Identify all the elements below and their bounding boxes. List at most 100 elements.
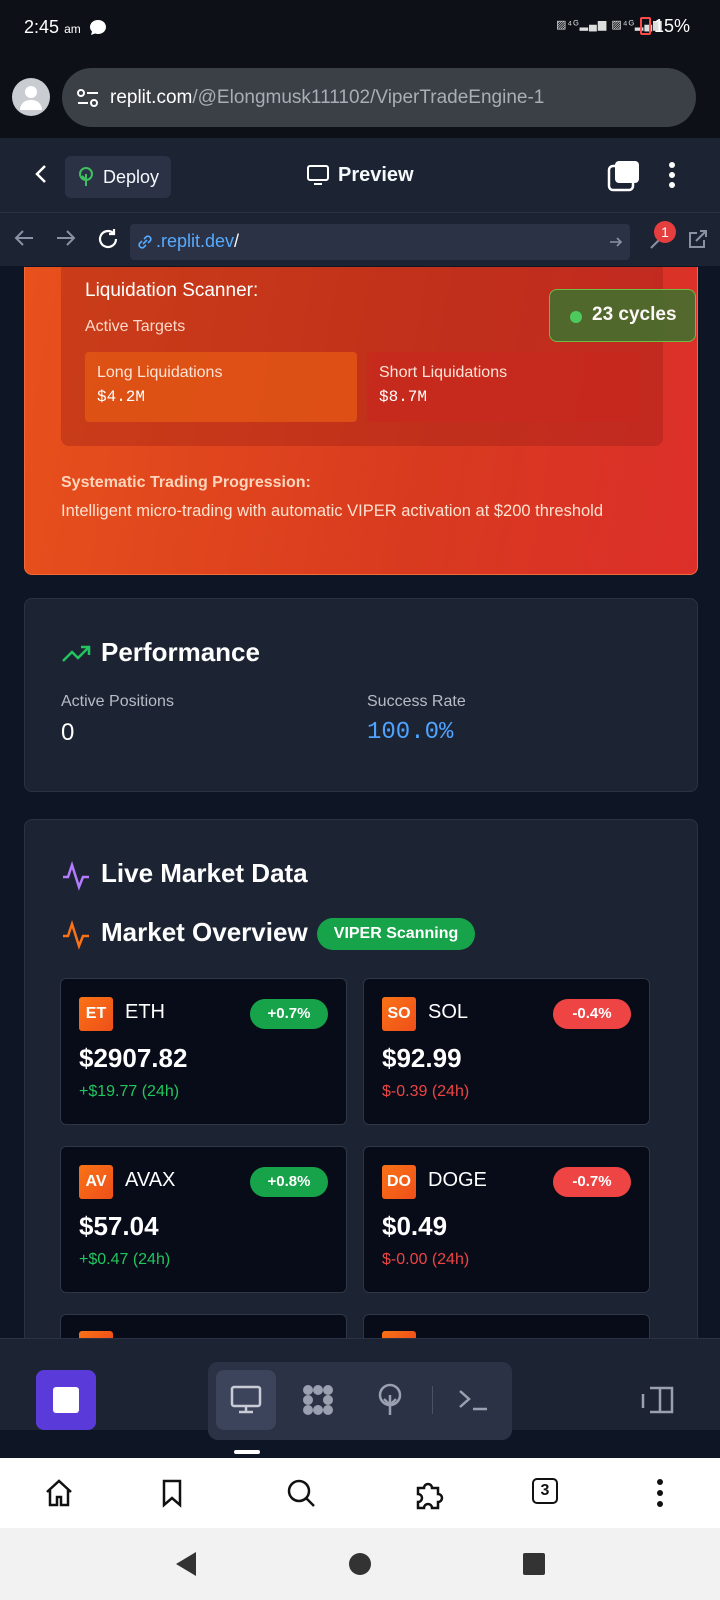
long-liquidations-label: Long Liquidations bbox=[97, 364, 223, 381]
preview-url-field[interactable]: .replit.dev/ bbox=[130, 224, 630, 260]
success-rate-label: Success Rate bbox=[367, 693, 466, 710]
active-tool-indicator bbox=[234, 1450, 260, 1454]
performance-card: Performance Active Positions 0 Success R… bbox=[24, 598, 698, 792]
deploy-button[interactable]: Deploy bbox=[65, 156, 171, 198]
system-home-button[interactable] bbox=[349, 1553, 371, 1575]
tool-deploy-button[interactable] bbox=[360, 1370, 420, 1430]
reload-icon[interactable] bbox=[96, 227, 120, 251]
tab-count-button[interactable]: 3 bbox=[532, 1478, 558, 1504]
address-bar[interactable]: replit.com/@Elongmusk111102/ViperTradeEn… bbox=[62, 68, 696, 127]
coin-name: ETH bbox=[125, 1001, 165, 1023]
more-options-icon[interactable] bbox=[668, 162, 676, 188]
coin-price: $2907.82 bbox=[79, 1043, 188, 1073]
coin-symbol bbox=[79, 1331, 113, 1338]
coin-card-sol[interactable]: SO SOL -0.4% $92.99 $-0.39 (24h) bbox=[363, 978, 650, 1125]
coin-symbol: DO bbox=[382, 1165, 416, 1199]
coin-name: SOL bbox=[428, 1001, 469, 1023]
monitor-icon bbox=[230, 1385, 262, 1414]
trending-up-icon bbox=[62, 645, 91, 662]
short-liquidations-box: Short Liquidations $8.7M bbox=[367, 352, 639, 422]
deploy-icon bbox=[378, 1383, 402, 1415]
system-recents-button[interactable] bbox=[523, 1553, 545, 1575]
coin-delta: $-0.00 (24h) bbox=[382, 1251, 470, 1268]
terminal-icon bbox=[459, 1390, 487, 1411]
progression-title: Systematic Trading Progression: bbox=[61, 474, 311, 491]
activity-icon bbox=[63, 861, 89, 891]
open-in-new-tab-icon[interactable] bbox=[687, 228, 709, 250]
stop-button[interactable] bbox=[36, 1370, 96, 1430]
coin-delta: $-0.39 (24h) bbox=[382, 1083, 470, 1100]
battery-icon bbox=[640, 17, 651, 35]
coin-name: AVAX bbox=[125, 1169, 176, 1191]
active-positions-value: 0 bbox=[61, 719, 75, 746]
home-icon[interactable] bbox=[44, 1478, 74, 1508]
preview-forward-icon[interactable] bbox=[55, 227, 77, 249]
short-liquidations-value: $8.7M bbox=[379, 388, 428, 406]
coin-price: $57.04 bbox=[79, 1211, 159, 1241]
coin-name: DOGE bbox=[428, 1169, 487, 1191]
tool-preview-button[interactable] bbox=[216, 1370, 276, 1430]
preview-content: Liquidation Scanner: Active Targets Long… bbox=[0, 267, 720, 1338]
tool-workflows-button[interactable] bbox=[288, 1370, 348, 1430]
notification-badge: 1 bbox=[654, 221, 676, 243]
change-badge: +0.7% bbox=[250, 999, 328, 1029]
deploy-label: Deploy bbox=[103, 167, 160, 187]
back-icon[interactable] bbox=[30, 162, 54, 186]
scanner-title: Liquidation Scanner: bbox=[85, 280, 259, 301]
live-market-title: Live Market Data bbox=[101, 858, 308, 888]
tabs-icon[interactable] bbox=[607, 160, 641, 192]
browser-bottom-bar bbox=[0, 1458, 720, 1528]
long-liquidations-value: $4.2M bbox=[97, 388, 146, 406]
coin-symbol: ET bbox=[79, 997, 113, 1031]
progression-description: Intelligent micro-trading with automatic… bbox=[61, 502, 604, 520]
toolbar-divider bbox=[432, 1386, 433, 1414]
preview-back-icon[interactable] bbox=[13, 227, 35, 249]
url-text: replit.com/@Elongmusk111102/ViperTradeEn… bbox=[110, 87, 545, 108]
clock: 2:45 am bbox=[24, 17, 81, 37]
coin-price: $0.49 bbox=[382, 1211, 448, 1241]
change-badge: +0.8% bbox=[250, 1167, 328, 1197]
deploy-icon bbox=[79, 167, 93, 186]
system-back-button[interactable] bbox=[176, 1552, 196, 1576]
tool-console-button[interactable] bbox=[444, 1370, 504, 1430]
activity-icon bbox=[63, 920, 89, 950]
active-positions-label: Active Positions bbox=[61, 693, 174, 710]
performance-title: Performance bbox=[101, 637, 260, 667]
success-rate-value: 100.0% bbox=[367, 719, 454, 746]
link-icon bbox=[138, 235, 152, 249]
go-arrow-icon[interactable] bbox=[608, 234, 624, 250]
coin-card-doge[interactable]: DO DOGE -0.7% $0.49 $-0.00 (24h) bbox=[363, 1146, 650, 1293]
market-overview-title: Market Overview bbox=[101, 917, 308, 947]
scanner-subtitle: Active Targets bbox=[85, 318, 186, 335]
coin-price: $92.99 bbox=[382, 1043, 462, 1073]
extensions-icon[interactable] bbox=[412, 1478, 444, 1510]
search-icon[interactable] bbox=[286, 1478, 316, 1508]
grid-icon bbox=[303, 1385, 333, 1415]
change-badge: -0.4% bbox=[553, 999, 631, 1029]
long-liquidations-box: Long Liquidations $4.2M bbox=[85, 352, 357, 422]
coin-symbol bbox=[382, 1331, 416, 1338]
panel-toggle-icon[interactable] bbox=[640, 1384, 676, 1416]
coin-delta: +$0.47 (24h) bbox=[79, 1251, 171, 1268]
status-dot bbox=[570, 311, 582, 323]
browser-menu-icon[interactable] bbox=[656, 1478, 664, 1508]
coin-symbol: SO bbox=[382, 997, 416, 1031]
avatar[interactable] bbox=[12, 78, 50, 116]
site-settings-icon[interactable] bbox=[76, 88, 100, 108]
viper-scanning-badge: VIPER Scanning bbox=[317, 918, 475, 950]
monitor-icon bbox=[307, 165, 329, 185]
coin-card-eth[interactable]: ET ETH +0.7% $2907.82 +$19.77 (24h) bbox=[60, 978, 347, 1125]
status-bar: 2:45 am ▨⁴ᴳ▂▄▆ ▨⁴ᴳ▂▄▆ 15% bbox=[0, 0, 720, 58]
coin-symbol: AV bbox=[79, 1165, 113, 1199]
coin-card-avax[interactable]: AV AVAX +0.8% $57.04 +$0.47 (24h) bbox=[60, 1146, 347, 1293]
chat-icon bbox=[90, 20, 106, 35]
coin-delta: +$19.77 (24h) bbox=[79, 1083, 180, 1100]
short-liquidations-label: Short Liquidations bbox=[379, 364, 508, 381]
change-badge: -0.7% bbox=[553, 1167, 631, 1197]
bookmark-icon[interactable] bbox=[160, 1478, 184, 1508]
coin-card-partial[interactable] bbox=[363, 1314, 650, 1338]
cycles-badge: 23 cycles bbox=[549, 289, 696, 342]
market-data-card: Live Market Data Market Overview VIPER S… bbox=[24, 819, 698, 1338]
battery-indicator: 15% bbox=[640, 16, 690, 37]
coin-card-partial[interactable] bbox=[60, 1314, 347, 1338]
